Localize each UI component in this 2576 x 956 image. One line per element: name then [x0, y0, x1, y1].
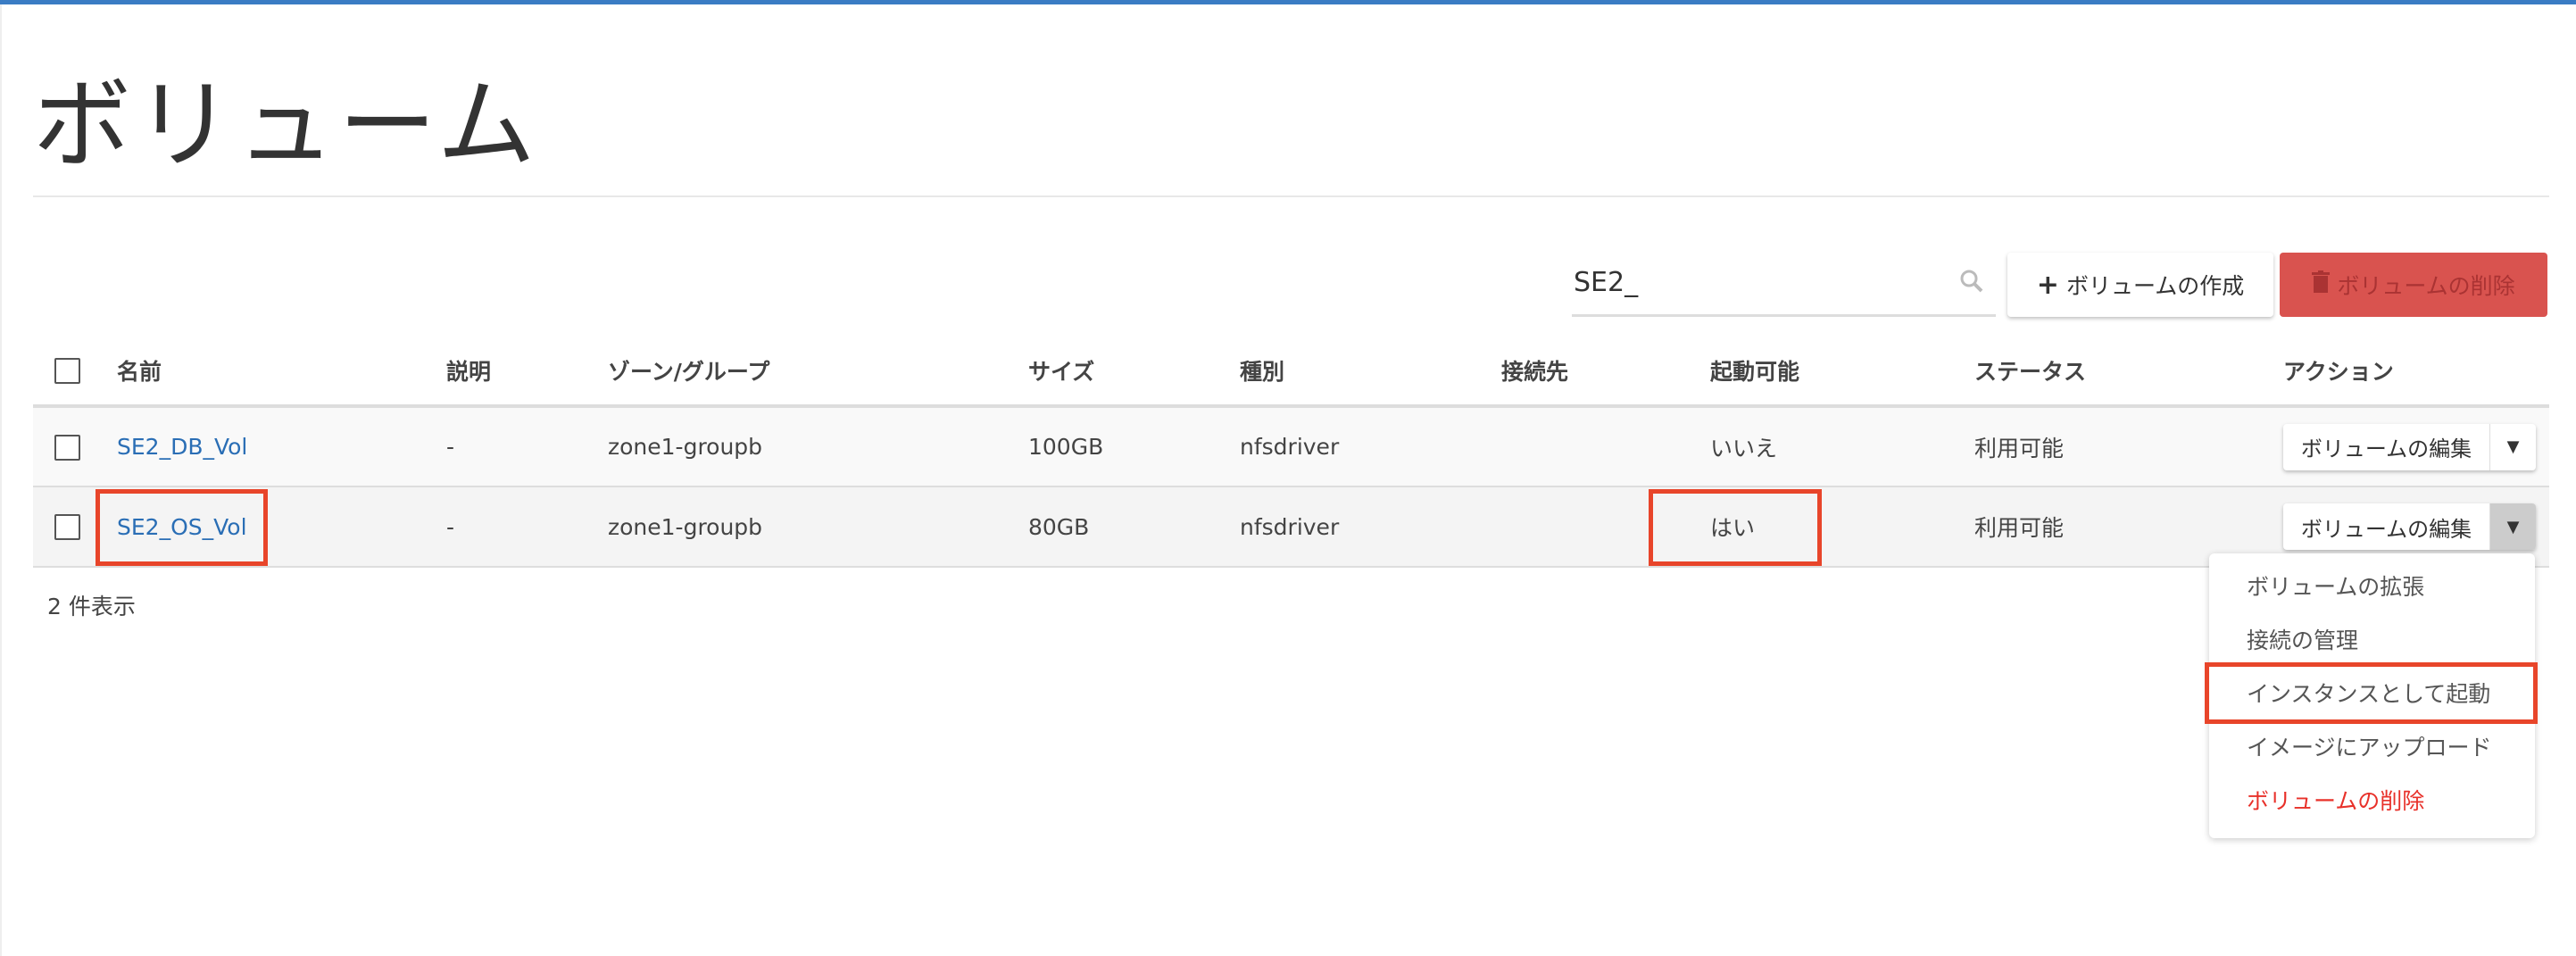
menu-item-upload-to-image[interactable]: イメージにアップロード [2209, 721, 2535, 775]
menu-item-delete-volume[interactable]: ボリュームの削除 [2209, 775, 2535, 828]
volume-name-link[interactable]: SE2_DB_Vol [117, 434, 247, 460]
type-cell: nfsdriver [1240, 486, 1501, 568]
header-name[interactable]: 名前 [117, 337, 446, 408]
zone-cell: zone1-groupb [608, 406, 1028, 487]
divider [33, 195, 2549, 197]
type-cell: nfsdriver [1240, 406, 1501, 487]
search-icon[interactable] [1958, 268, 1985, 295]
attached-cell [1501, 406, 1710, 487]
volumes-table: 名前 説明 ゾーン/グループ サイズ 種別 接続先 起動可能 ステータス アクシ… [33, 337, 2549, 568]
header-attached[interactable]: 接続先 [1501, 337, 1710, 408]
top-accent-bar [0, 0, 2576, 4]
description-cell: - [446, 406, 608, 487]
edit-volume-button[interactable]: ボリュームの編集 [2283, 503, 2490, 550]
highlight-box-launch [2205, 662, 2538, 724]
item-count: 2 件表示 [47, 594, 136, 619]
description-cell: - [446, 486, 608, 568]
menu-item-manage-attachments[interactable]: 接続の管理 [2209, 614, 2535, 668]
header-type[interactable]: 種別 [1240, 337, 1501, 408]
create-volume-button[interactable]: + ボリュームの作成 [2007, 253, 2273, 317]
header-zone[interactable]: ゾーン/グループ [608, 337, 1028, 408]
bootable-cell: いいえ [1710, 406, 1974, 487]
action-button-group: ボリュームの編集 ▼ [2283, 423, 2536, 470]
page-title: ボリューム [33, 68, 539, 182]
delete-volumes-button[interactable]: ボリュームの削除 [2280, 253, 2547, 317]
table-header: 名前 説明 ゾーン/グループ サイズ 種別 接続先 起動可能 ステータス アクシ… [33, 337, 2549, 408]
edit-volume-button[interactable]: ボリュームの編集 [2283, 423, 2490, 470]
header-description[interactable]: 説明 [446, 337, 608, 408]
action-button-group: ボリュームの編集 ▼ [2283, 503, 2536, 550]
search-input[interactable] [1572, 254, 1929, 310]
highlight-box-bootable [1649, 489, 1822, 566]
status-cell: 利用可能 [1974, 406, 2283, 487]
header-actions: アクション [2283, 337, 2549, 408]
table-row: SE2_OS_Vol - zone1-groupb 80GB nfsdriver… [33, 486, 2549, 568]
table-row: SE2_DB_Vol - zone1-groupb 100GB nfsdrive… [33, 406, 2549, 487]
zone-cell: zone1-groupb [608, 486, 1028, 568]
left-border [0, 4, 2, 956]
create-volume-label: ボリュームの作成 [2065, 273, 2245, 299]
caret-down-icon[interactable]: ▼ [2490, 424, 2536, 470]
header-size[interactable]: サイズ [1028, 337, 1240, 408]
row-checkbox[interactable] [54, 434, 80, 461]
plus-icon: + [2036, 269, 2059, 301]
menu-item-extend[interactable]: ボリュームの拡張 [2209, 561, 2535, 614]
header-status[interactable]: ステータス [1974, 337, 2283, 408]
size-cell: 80GB [1028, 486, 1240, 568]
row-checkbox[interactable] [54, 514, 80, 541]
highlight-box-name [96, 489, 268, 566]
trash-icon [2312, 270, 2331, 299]
delete-volumes-label: ボリュームの削除 [2337, 273, 2515, 299]
select-all-checkbox[interactable] [54, 358, 80, 385]
header-bootable[interactable]: 起動可能 [1710, 337, 1974, 408]
size-cell: 100GB [1028, 406, 1240, 487]
caret-down-icon[interactable]: ▼ [2490, 503, 2536, 550]
search-box [1572, 254, 1996, 317]
